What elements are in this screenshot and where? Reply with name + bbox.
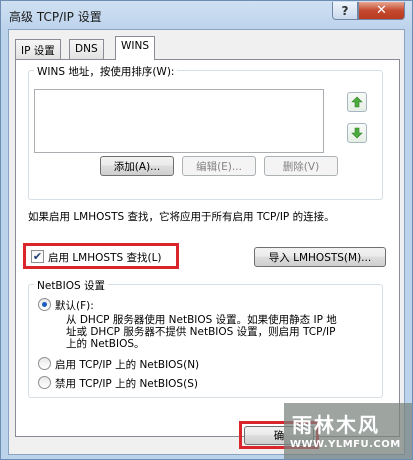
netbios-disable-label[interactable]: 禁用 TCP/IP 上的 NetBIOS(S) bbox=[55, 376, 198, 391]
netbios-enable-radio[interactable] bbox=[38, 357, 51, 370]
close-button[interactable]: ✕ bbox=[358, 2, 405, 20]
wins-tab-panel: WINS 地址，按使用排序(W): 添加(A)... 编辑(E)... 删除(V… bbox=[15, 59, 400, 437]
move-up-button[interactable] bbox=[347, 92, 367, 112]
help-icon: ? bbox=[341, 3, 349, 18]
tab-wins[interactable]: WINS bbox=[115, 36, 155, 60]
tab-ip-settings[interactable]: IP 设置 bbox=[15, 39, 61, 59]
tab-dns[interactable]: DNS bbox=[69, 39, 104, 59]
lmhosts-info-text: 如果启用 LMHOSTS 查找，它将应用于所有启用 TCP/IP 的连接。 bbox=[28, 211, 335, 223]
watermark-logo: 雨林木风 WWW.YLMFU.COM bbox=[284, 403, 412, 459]
down-arrow-icon bbox=[351, 127, 363, 139]
tab-label: WINS bbox=[121, 40, 149, 52]
delete-button-label: 删除(V) bbox=[282, 160, 320, 173]
tab-label: DNS bbox=[75, 43, 98, 55]
wins-address-list[interactable] bbox=[34, 89, 324, 153]
netbios-group-label: NetBIOS 设置 bbox=[34, 278, 108, 293]
tab-label: IP 设置 bbox=[21, 45, 55, 57]
edit-wins-button[interactable]: 编辑(E)... bbox=[182, 156, 256, 176]
radio-selected-dot bbox=[42, 302, 47, 307]
move-down-button[interactable] bbox=[347, 123, 367, 143]
title-bar[interactable]: 高级 TCP/IP 设置 ? ✕ bbox=[1, 1, 412, 29]
import-lmhosts-button[interactable]: 导入 LMHOSTS(M)... bbox=[254, 247, 386, 267]
add-wins-button[interactable]: 添加(A)... bbox=[100, 156, 174, 176]
delete-wins-button[interactable]: 删除(V) bbox=[264, 156, 338, 176]
watermark-brand: 雨林木风 bbox=[292, 413, 380, 437]
close-icon: ✕ bbox=[376, 3, 387, 18]
edit-button-label: 编辑(E)... bbox=[196, 160, 242, 173]
wins-group-label: WINS 地址，按使用排序(W): bbox=[34, 64, 178, 79]
netbios-default-description-line3: 上的 NetBIOS。 bbox=[66, 338, 145, 350]
ok-button-label: 确 bbox=[273, 430, 285, 442]
import-button-label: 导入 LMHOSTS(M)... bbox=[268, 251, 372, 264]
enable-lmhosts-checkbox[interactable]: ✔ bbox=[31, 250, 44, 263]
dialog-client: IP 设置 DNS WINS WINS 地址，按使用排序(W): 添加(A)..… bbox=[8, 29, 405, 455]
checkmark-icon: ✔ bbox=[32, 250, 43, 263]
add-button-label: 添加(A)... bbox=[113, 160, 161, 173]
netbios-default-label[interactable]: 默认(F): bbox=[55, 298, 94, 313]
window-title: 高级 TCP/IP 设置 bbox=[9, 10, 102, 24]
up-arrow-icon bbox=[351, 96, 363, 108]
netbios-disable-radio[interactable] bbox=[38, 376, 51, 389]
netbios-enable-label[interactable]: 启用 TCP/IP 上的 NetBIOS(N) bbox=[55, 357, 199, 372]
dialog-window: 高级 TCP/IP 设置 ? ✕ IP 设置 DNS WINS WINS 地址，… bbox=[0, 0, 413, 460]
enable-lmhosts-label[interactable]: 启用 LMHOSTS 查找(L) bbox=[48, 250, 162, 265]
netbios-default-radio[interactable] bbox=[38, 298, 51, 311]
help-button[interactable]: ? bbox=[332, 2, 358, 20]
watermark-url: WWW.YLMFU.COM bbox=[290, 439, 401, 450]
